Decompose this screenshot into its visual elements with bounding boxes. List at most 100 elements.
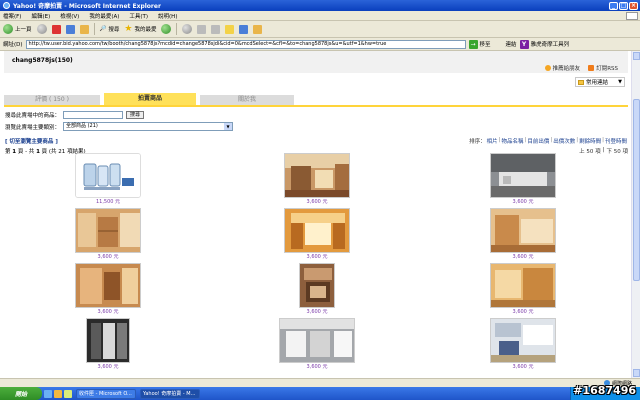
refresh-icon[interactable] [65, 24, 75, 34]
product-image [300, 264, 334, 307]
recommend-friend-link[interactable]: 推薦給朋友 [544, 64, 580, 72]
messenger-icon[interactable] [239, 24, 249, 34]
address-input[interactable]: http://tw.user.bid.yahoo.com/tw/booth/ch… [25, 39, 466, 49]
product-item[interactable]: 3,600 元 [277, 208, 357, 260]
product-price[interactable]: 3,600 元 [68, 254, 148, 260]
discuss-icon[interactable] [253, 24, 263, 34]
favorites-button[interactable]: ★ 我的最愛 [124, 24, 156, 34]
product-thumbnail[interactable] [75, 263, 141, 308]
category-label: 瀏覽此賣場主要類別： [5, 124, 61, 131]
scroll-up-icon[interactable] [633, 52, 640, 60]
tabs-underline [4, 105, 628, 107]
product-item[interactable]: 3,600 元 [68, 318, 148, 370]
sort-current-bid[interactable]: 目前出價 [527, 137, 549, 145]
product-thumbnail[interactable] [75, 153, 141, 198]
product-thumbnail[interactable] [490, 153, 556, 198]
close-button[interactable]: × [629, 1, 638, 10]
product-thumbnail[interactable] [490, 318, 556, 363]
sort-photo[interactable]: 相片 [487, 137, 498, 145]
ie-quicklaunch-icon[interactable] [44, 389, 52, 398]
go-button[interactable]: → 移至 [468, 39, 491, 49]
toolbar-separator [176, 23, 178, 35]
product-thumbnail[interactable] [490, 208, 556, 253]
yahoo-toolbar-button[interactable]: Y 雅虎奇摩工具列 [519, 39, 569, 49]
task-outlook[interactable]: 收件匣 - Microsoft O... [76, 388, 136, 399]
sort-bid-count[interactable]: 出價次數 [553, 137, 575, 145]
rss-link[interactable]: 訂閱RSS [588, 64, 618, 72]
product-price[interactable]: 3,600 元 [277, 254, 357, 260]
minimize-button[interactable]: _ [609, 1, 618, 10]
menu-edit[interactable]: 編輯(E) [31, 12, 50, 20]
search-button[interactable]: 🔎 搜尋 [100, 25, 120, 33]
search-input[interactable] [63, 111, 124, 119]
history-icon[interactable] [161, 24, 172, 34]
scroll-down-icon[interactable] [633, 369, 640, 377]
product-price[interactable]: 3,600 元 [483, 364, 563, 370]
tab-auction-items[interactable]: 拍賣商品 [104, 93, 196, 105]
back-button[interactable]: 上一頁 [3, 24, 32, 34]
product-thumbnail[interactable] [86, 318, 130, 363]
mail-icon[interactable] [182, 24, 193, 34]
product-price[interactable]: 3,600 元 [277, 309, 357, 315]
common-links-dropdown[interactable]: 常用連結 ▼ [575, 77, 625, 87]
rss-icon [588, 65, 595, 71]
chevron-down-icon: ▼ [224, 123, 233, 130]
product-thumbnail[interactable] [279, 318, 355, 363]
links-label[interactable]: 連結 [506, 40, 517, 48]
product-item[interactable]: 11,500 元 [68, 153, 148, 205]
product-item[interactable]: 3,600 元 [277, 318, 357, 370]
sort-name[interactable]: 物品名稱 [501, 137, 523, 145]
tab-ratings[interactable]: 評價 ( 150 ) [4, 95, 100, 105]
task-yahoo-auction[interactable]: Yahoo! 奇摩拍賣 - M... [140, 388, 200, 399]
search-submit-button[interactable]: 搜尋 [126, 111, 145, 119]
product-item[interactable]: 3,600 元 [483, 153, 563, 205]
product-thumbnail[interactable] [75, 208, 141, 253]
product-thumbnail[interactable] [299, 263, 335, 308]
product-item[interactable]: 3,600 元 [483, 318, 563, 370]
product-thumbnail[interactable] [284, 153, 350, 198]
maximize-button[interactable]: □ [619, 1, 628, 10]
product-item[interactable]: 3,600 元 [277, 153, 357, 205]
folder-icon[interactable] [225, 24, 235, 34]
stop-icon[interactable] [51, 24, 61, 34]
media-quicklaunch-icon[interactable] [64, 389, 72, 398]
product-price[interactable]: 3,600 元 [68, 364, 148, 370]
menu-file[interactable]: 檔案(F) [3, 12, 21, 20]
product-price[interactable]: 3,600 元 [68, 309, 148, 315]
product-price[interactable]: 3,600 元 [277, 199, 357, 205]
vertical-scrollbar[interactable] [631, 51, 640, 378]
product-item[interactable]: 3,600 元 [483, 208, 563, 260]
sort-listed-time[interactable]: 刊登時間 [605, 137, 627, 145]
product-image [285, 154, 349, 197]
product-thumbnail[interactable] [284, 208, 350, 253]
start-button[interactable]: 開始 [0, 387, 42, 400]
product-item[interactable]: 3,600 元 [483, 263, 563, 315]
product-item[interactable]: 3,600 元 [277, 263, 357, 315]
folder-quicklaunch-icon[interactable] [54, 389, 62, 398]
home-icon[interactable] [79, 24, 89, 34]
product-image [491, 264, 555, 307]
category-select[interactable]: 全部商品 (21) ▼ [63, 122, 234, 131]
print-icon[interactable] [197, 24, 207, 34]
product-price[interactable]: 3,600 元 [483, 199, 563, 205]
menu-view[interactable]: 檢視(V) [60, 12, 79, 20]
rss-label: 訂閱RSS [596, 66, 618, 72]
product-image [76, 209, 140, 252]
product-thumbnail[interactable] [490, 263, 556, 308]
tab-about-me[interactable]: 關於我 [200, 95, 294, 105]
product-price[interactable]: 3,600 元 [277, 364, 357, 370]
product-item[interactable]: 3,600 元 [68, 263, 148, 315]
browse-main-items-link[interactable]: [ 切至瀏覽主要商品 ] [5, 139, 58, 145]
product-price[interactable]: 11,500 元 [68, 199, 148, 205]
product-price[interactable]: 3,600 元 [483, 309, 563, 315]
product-item[interactable]: 3,600 元 [68, 208, 148, 260]
edit-icon[interactable] [211, 24, 221, 34]
menu-help[interactable]: 說明(H) [158, 12, 177, 20]
product-price[interactable]: 3,600 元 [483, 254, 563, 260]
sort-time-left[interactable]: 剩餘時間 [579, 137, 601, 145]
menu-favorites[interactable]: 我的最愛(A) [89, 12, 119, 20]
scrollbar-thumb[interactable] [633, 99, 640, 281]
window-titlebar: Yahoo! 奇摩拍賣 - Microsoft Internet Explore… [0, 0, 640, 11]
menu-tools[interactable]: 工具(T) [129, 12, 148, 20]
forward-button[interactable] [36, 24, 47, 34]
